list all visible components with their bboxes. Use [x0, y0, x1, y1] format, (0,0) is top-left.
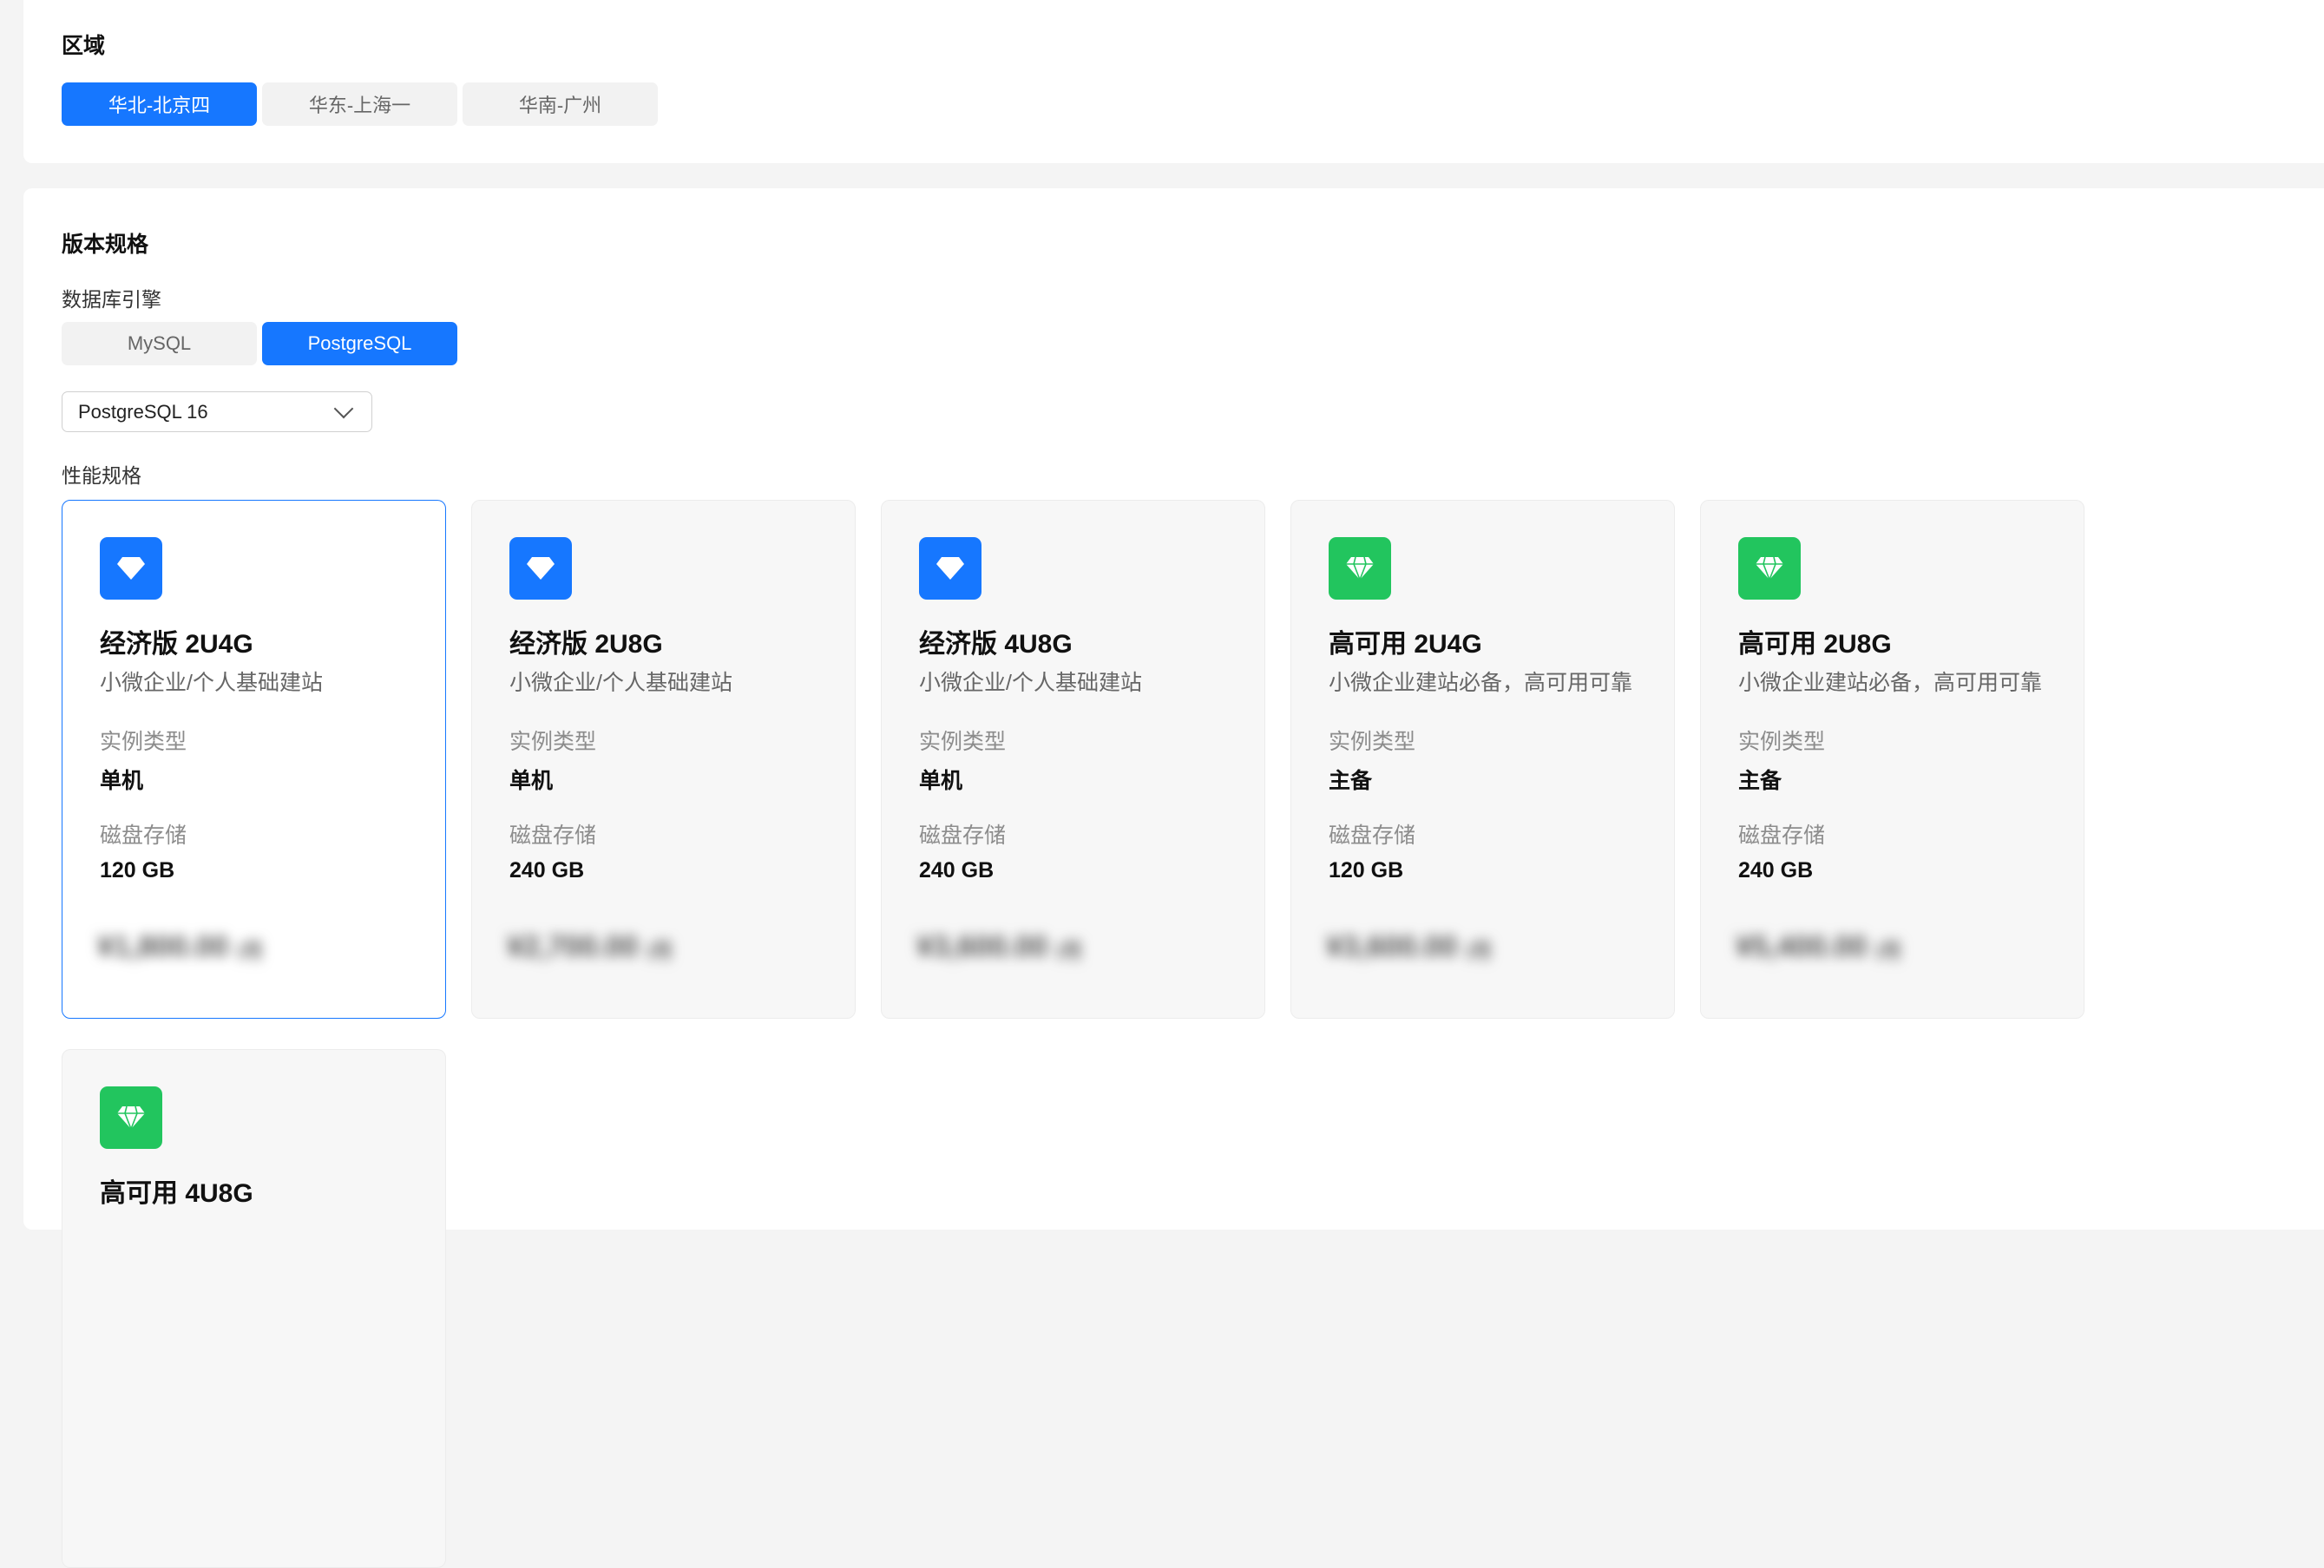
- card-type-value: 单机: [919, 769, 963, 793]
- chevron-down-icon: [333, 398, 354, 418]
- card-price-unit: /月: [1056, 940, 1083, 963]
- card-price: ¥3,600.00/月: [1326, 915, 1493, 964]
- card-type-label: 实例类型: [1329, 730, 1416, 754]
- card-disk-label: 磁盘存储: [509, 823, 597, 848]
- card-price-unit: /月: [1875, 940, 1902, 963]
- card-type-value: 单机: [100, 769, 144, 793]
- spec-panel: 版本规格 数据库引擎 MySQL PostgreSQL PostgreSQL 1…: [23, 188, 2324, 1568]
- card-disk-value: 240 GB: [1738, 858, 1814, 882]
- card-type-label: 实例类型: [100, 730, 187, 754]
- region-option-shanghai1[interactable]: 华东-上海一: [262, 82, 457, 126]
- spec-card-ha-2u8g[interactable]: 高可用 2U8G 小微企业建站必备，高可用可靠 实例类型 主备 磁盘存储 240…: [1700, 500, 2084, 1019]
- card-price-unit: /月: [1466, 940, 1493, 963]
- card-type-label: 实例类型: [509, 730, 597, 754]
- card-title: 经济版 2U4G: [100, 630, 253, 659]
- region-option-guangzhou[interactable]: 华南-广州: [463, 82, 658, 126]
- card-disk-value: 240 GB: [509, 858, 585, 882]
- perf-label: 性能规格: [62, 464, 141, 487]
- card-price: ¥2,700.00/月: [507, 915, 673, 964]
- card-title: 高可用 4U8G: [100, 1179, 253, 1208]
- engine-option-mysql[interactable]: MySQL: [62, 322, 257, 365]
- region-title: 区域: [62, 34, 106, 58]
- card-price-amount: ¥3,600.00: [1326, 930, 1458, 963]
- engine-option-postgresql[interactable]: PostgreSQL: [262, 322, 457, 365]
- card-desc: 小微企业/个人基础建站: [100, 671, 323, 695]
- version-select-value: PostgreSQL 16: [78, 400, 208, 423]
- card-price-unit: /月: [237, 940, 264, 963]
- engine-label: 数据库引擎: [62, 288, 161, 311]
- spec-card-eco-2u4g[interactable]: 经济版 2U4G 小微企业/个人基础建站 实例类型 单机 磁盘存储 120 GB…: [62, 500, 446, 1019]
- card-type-value: 主备: [1329, 769, 1373, 793]
- card-desc: 小微企业/个人基础建站: [919, 671, 1142, 695]
- gem-icon: [1738, 537, 1801, 600]
- card-disk-label: 磁盘存储: [100, 823, 187, 848]
- card-price-amount: ¥2,700.00: [507, 930, 639, 963]
- version-select[interactable]: PostgreSQL 16: [62, 391, 372, 432]
- spec-title: 版本规格: [62, 233, 149, 257]
- card-title: 经济版 2U8G: [509, 630, 663, 659]
- card-price-amount: ¥5,400.00: [1736, 930, 1868, 963]
- card-desc: 小微企业建站必备，高可用可靠: [1738, 671, 2043, 695]
- card-desc: 小微企业建站必备，高可用可靠: [1329, 671, 1633, 695]
- card-price: ¥5,400.00/月: [1736, 915, 1902, 964]
- card-title: 经济版 4U8G: [919, 630, 1073, 659]
- card-title: 高可用 2U8G: [1738, 630, 1892, 659]
- diamond-icon: [509, 537, 572, 600]
- card-disk-label: 磁盘存储: [1738, 823, 1826, 848]
- card-disk-label: 磁盘存储: [1329, 823, 1416, 848]
- card-price-amount: ¥3,600.00: [916, 930, 1048, 963]
- card-price: ¥1,800.00/月: [97, 915, 264, 964]
- card-type-value: 主备: [1738, 769, 1782, 793]
- card-disk-value: 120 GB: [1329, 858, 1404, 882]
- gem-icon: [1329, 537, 1391, 600]
- card-price: ¥3,600.00/月: [916, 915, 1083, 964]
- card-price-amount: ¥1,800.00: [97, 930, 229, 963]
- card-disk-value: 120 GB: [100, 858, 175, 882]
- card-type-value: 单机: [509, 769, 554, 793]
- card-type-label: 实例类型: [919, 730, 1007, 754]
- diamond-icon: [919, 537, 981, 600]
- card-type-label: 实例类型: [1738, 730, 1826, 754]
- gem-icon: [100, 1086, 162, 1149]
- card-title: 高可用 2U4G: [1329, 630, 1482, 659]
- region-selector: 华北-北京四 华东-上海一 华南-广州: [62, 82, 658, 126]
- diamond-icon: [100, 537, 162, 600]
- spec-card-ha-4u8g[interactable]: 高可用 4U8G: [62, 1049, 446, 1568]
- card-disk-label: 磁盘存储: [919, 823, 1007, 848]
- region-option-beijing4[interactable]: 华北-北京四: [62, 82, 257, 126]
- spec-card-eco-4u8g[interactable]: 经济版 4U8G 小微企业/个人基础建站 实例类型 单机 磁盘存储 240 GB…: [881, 500, 1265, 1019]
- spec-card-ha-2u4g[interactable]: 高可用 2U4G 小微企业建站必备，高可用可靠 实例类型 主备 磁盘存储 120…: [1290, 500, 1675, 1019]
- card-desc: 小微企业/个人基础建站: [509, 671, 732, 695]
- region-panel: 区域 华北-北京四 华东-上海一 华南-广州: [23, 0, 2324, 163]
- engine-selector: MySQL PostgreSQL: [62, 322, 457, 365]
- card-disk-value: 240 GB: [919, 858, 995, 882]
- spec-card-eco-2u8g[interactable]: 经济版 2U8G 小微企业/个人基础建站 实例类型 单机 磁盘存储 240 GB…: [471, 500, 856, 1019]
- card-price-unit: /月: [647, 940, 673, 963]
